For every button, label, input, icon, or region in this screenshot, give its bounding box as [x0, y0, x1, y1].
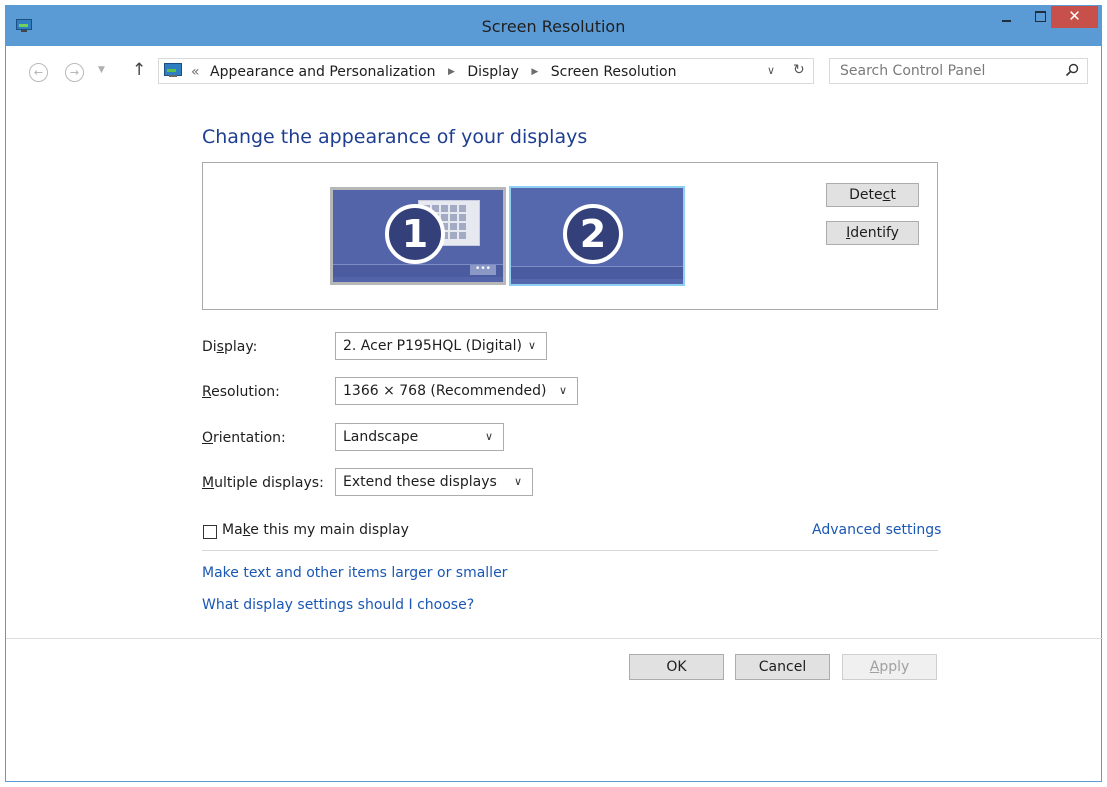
- cancel-button[interactable]: Cancel: [735, 654, 830, 680]
- multiple-displays-label: Multiple displays:: [202, 475, 324, 491]
- window-title: Screen Resolution: [481, 17, 626, 36]
- orientation-value: Landscape: [343, 429, 419, 445]
- detect-button[interactable]: Detect: [826, 183, 919, 207]
- recent-locations-icon[interactable]: ▼: [98, 65, 105, 75]
- monitor-2-number: 2: [563, 204, 623, 264]
- ok-button[interactable]: OK: [629, 654, 724, 680]
- divider: [6, 638, 1103, 639]
- minimize-button[interactable]: [993, 6, 1023, 28]
- up-arrow-icon[interactable]: ↑: [132, 60, 146, 80]
- main-display-checkbox[interactable]: [203, 525, 217, 539]
- search-placeholder: Search Control Panel: [840, 63, 986, 79]
- advanced-settings-link[interactable]: Advanced settings: [812, 522, 941, 538]
- forward-icon[interactable]: →: [65, 63, 84, 82]
- display-settings-help-link[interactable]: What display settings should I choose?: [202, 597, 474, 613]
- detect-label: Dete: [849, 187, 883, 203]
- display-value: 2. Acer P195HQL (Digital): [343, 338, 522, 354]
- resolution-select[interactable]: 1366 × 768 (Recommended) ∨: [335, 377, 578, 405]
- chevron-down-icon: ∨: [558, 384, 567, 397]
- close-icon: ✕: [1068, 7, 1081, 25]
- resolution-label: Resolution:: [202, 384, 280, 400]
- more-icon: •••: [470, 265, 496, 275]
- resolution-value: 1366 × 768 (Recommended): [343, 383, 547, 399]
- title-bar[interactable]: Screen Resolution ✕: [6, 6, 1101, 46]
- minimize-icon: [1002, 20, 1011, 22]
- chevron-down-icon: ∨: [484, 430, 493, 443]
- monitor-2[interactable]: 2: [509, 186, 685, 286]
- main-display-label[interactable]: Make this my main display: [222, 522, 409, 538]
- monitor-1[interactable]: 1 •••: [330, 187, 506, 285]
- monitor-taskbar: [511, 266, 683, 279]
- close-button[interactable]: ✕: [1051, 6, 1098, 28]
- search-input[interactable]: Search Control Panel: [829, 58, 1088, 84]
- maximize-icon: [1035, 11, 1046, 22]
- breadcrumb-separator-icon[interactable]: ▶: [448, 67, 455, 77]
- chevron-down-icon: ∨: [513, 475, 522, 488]
- breadcrumb-display[interactable]: Display: [467, 64, 519, 80]
- apply-accelerator: A: [869, 659, 880, 675]
- display-select[interactable]: 2. Acer P195HQL (Digital) ∨: [335, 332, 547, 360]
- apply-button[interactable]: Apply: [842, 654, 937, 680]
- display-label: Display:: [202, 339, 258, 355]
- control-panel-icon: [164, 63, 182, 78]
- breadcrumb-appearance[interactable]: Appearance and Personalization: [210, 64, 435, 80]
- breadcrumb: « Appearance and Personalization ▶ Displ…: [191, 64, 676, 80]
- display-arrangement-preview: 1 ••• 2 Detect Identify: [202, 162, 938, 310]
- page-title: Change the appearance of your displays: [202, 126, 588, 148]
- orientation-label: Orientation:: [202, 430, 286, 446]
- orientation-select[interactable]: Landscape ∨: [335, 423, 504, 451]
- address-bar[interactable]: « Appearance and Personalization ▶ Displ…: [158, 58, 814, 84]
- divider: [202, 550, 938, 551]
- search-icon[interactable]: [1065, 63, 1079, 77]
- identify-button[interactable]: Identify: [826, 221, 919, 245]
- address-dropdown-icon[interactable]: ∨: [767, 64, 775, 77]
- breadcrumb-separator-icon[interactable]: ▶: [531, 67, 538, 77]
- apply-label: pply: [879, 659, 910, 675]
- breadcrumb-screen-resolution[interactable]: Screen Resolution: [551, 64, 677, 80]
- multiple-displays-value: Extend these displays: [343, 474, 497, 490]
- identify-label: dentify: [850, 225, 899, 241]
- multiple-displays-select[interactable]: Extend these displays ∨: [335, 468, 533, 496]
- window: Screen Resolution ✕ ← → ▼ ↑ « Appearance…: [5, 5, 1103, 782]
- refresh-icon[interactable]: ↻: [793, 62, 805, 78]
- detect-label: t: [890, 187, 896, 203]
- back-icon[interactable]: ←: [29, 63, 48, 82]
- monitor-1-number: 1: [385, 204, 445, 264]
- breadcrumb-overflow-icon[interactable]: «: [191, 64, 200, 80]
- navigation-bar: ← → ▼ ↑ « Appearance and Personalization…: [6, 46, 1101, 96]
- chevron-down-icon: ∨: [527, 339, 536, 352]
- text-size-link[interactable]: Make text and other items larger or smal…: [202, 565, 507, 581]
